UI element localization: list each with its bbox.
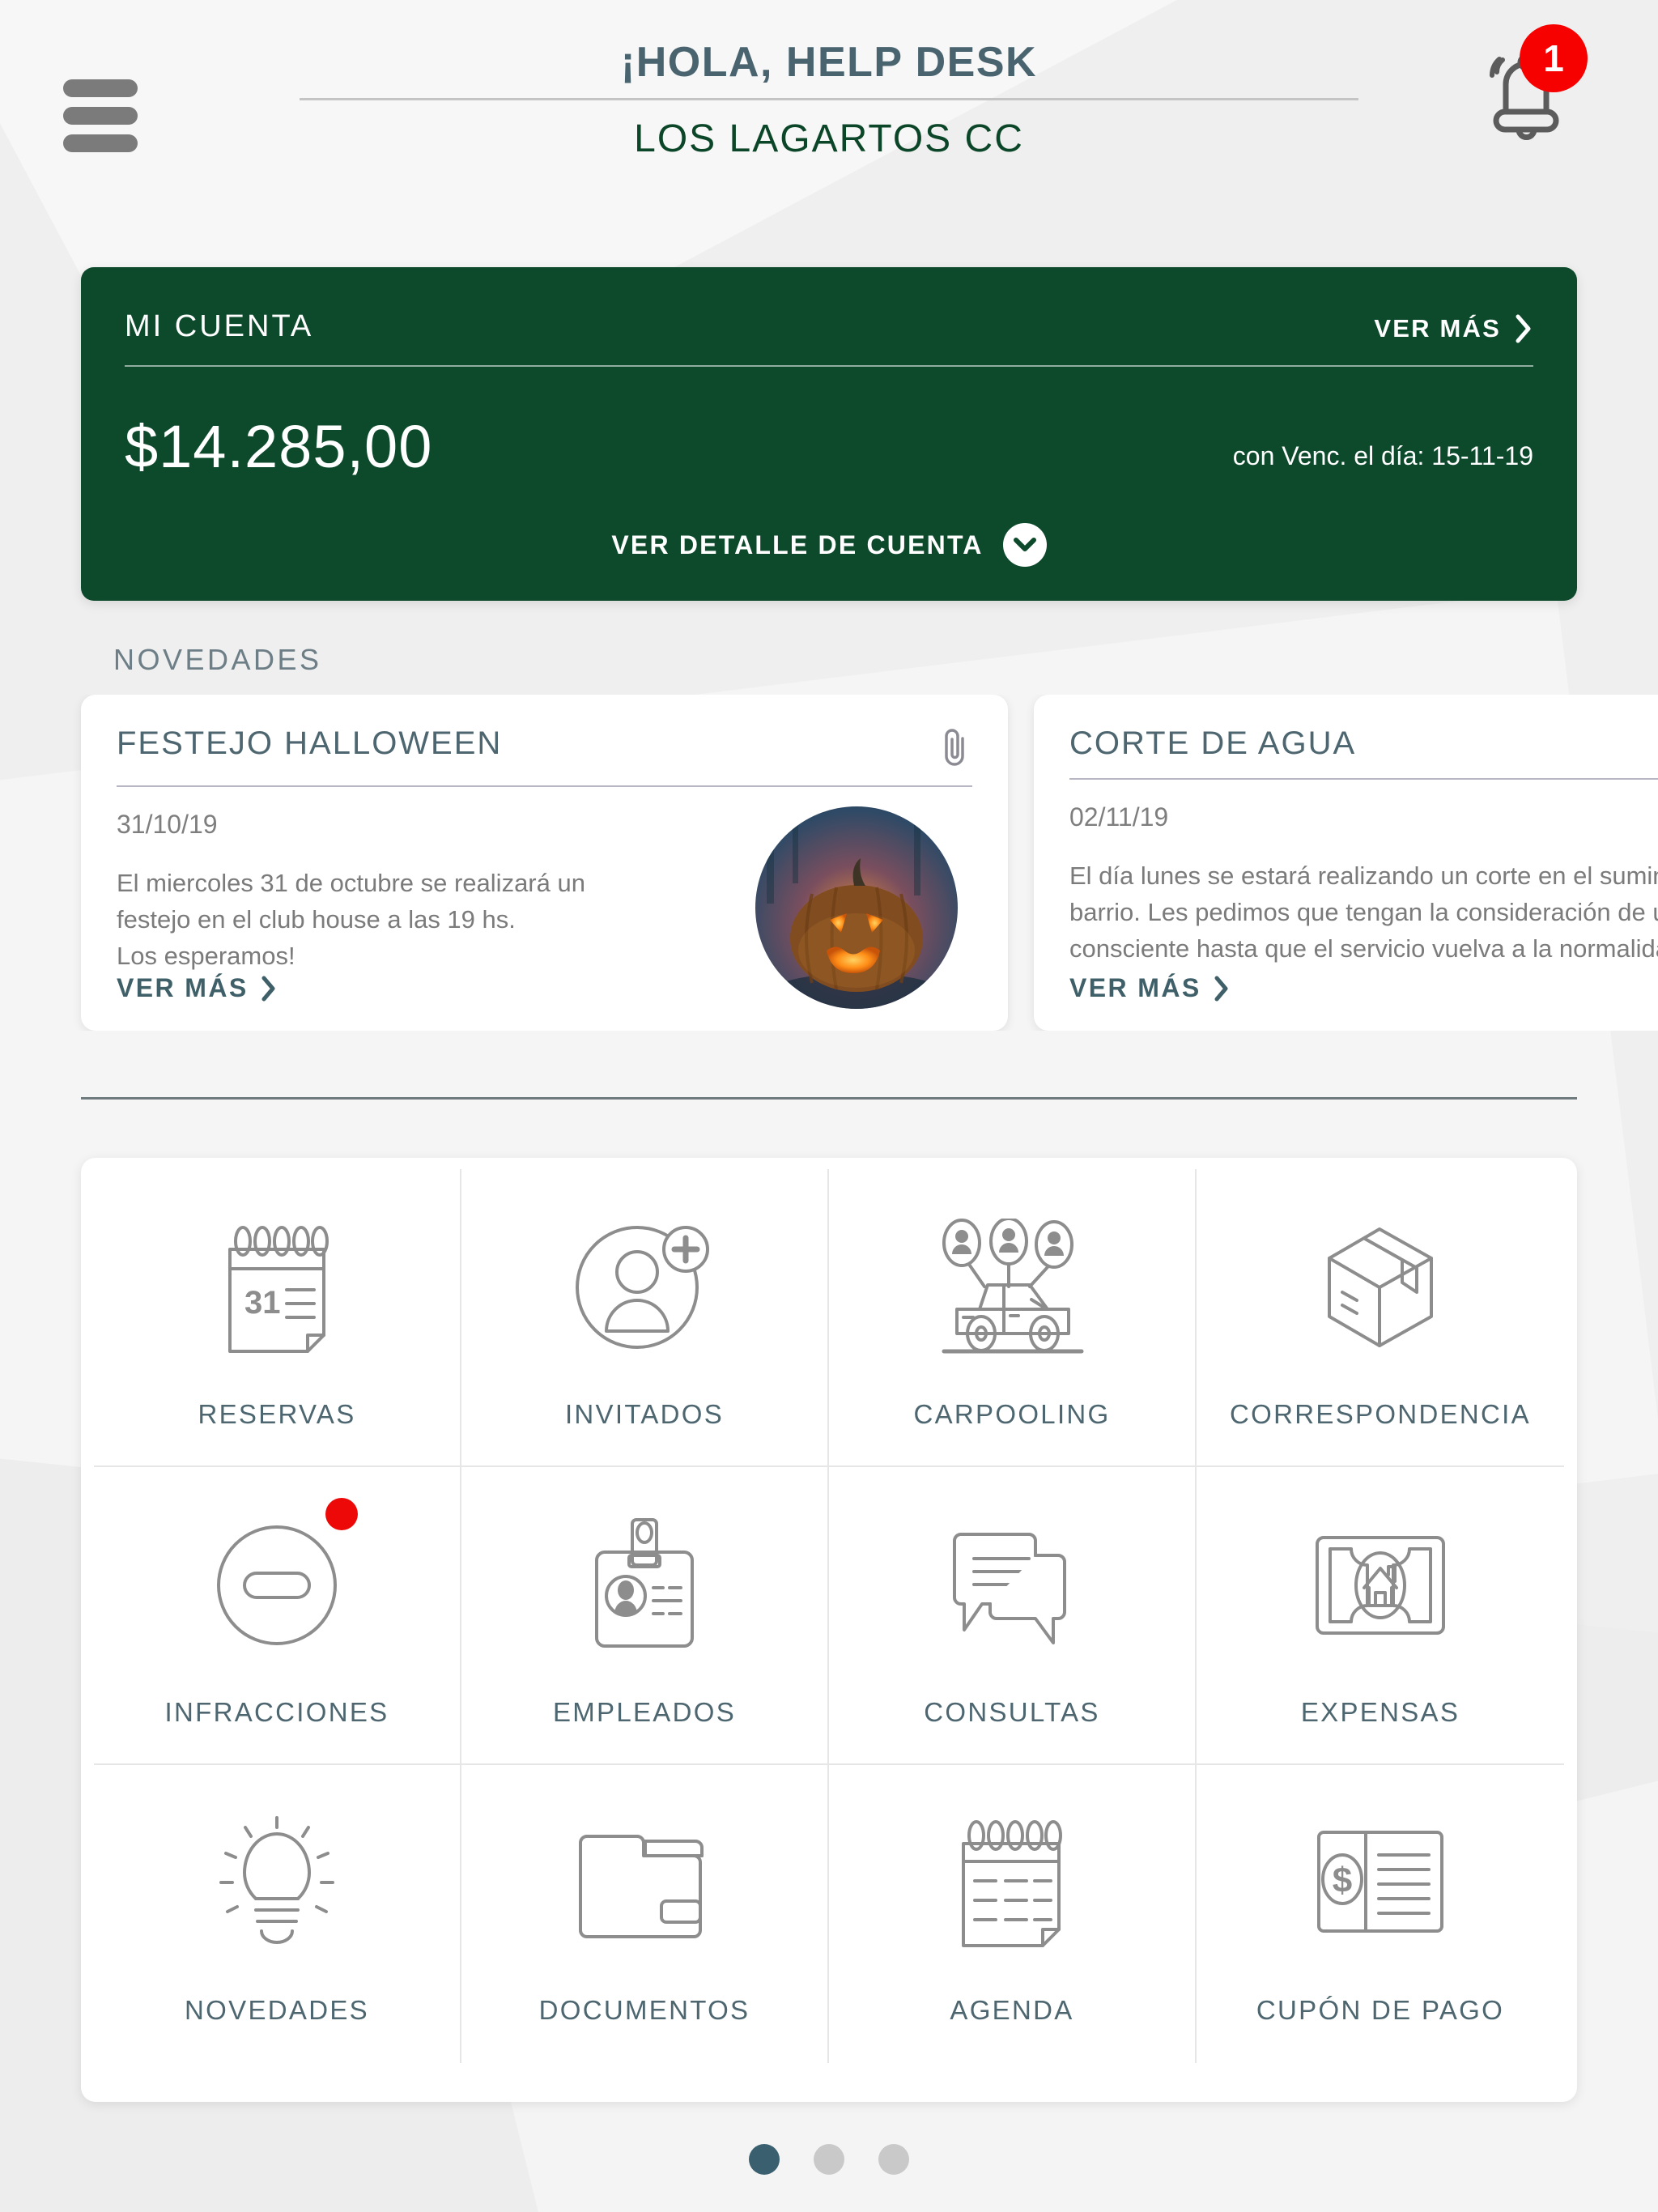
menu-item-infracciones[interactable]: INFRACCIONES: [94, 1467, 461, 1765]
notification-badge: 1: [1520, 24, 1588, 92]
menu-item-carpooling[interactable]: CARPOOLING: [829, 1169, 1197, 1467]
account-see-more-label: VER MÁS: [1374, 314, 1501, 342]
news-see-more-link[interactable]: VER MÁS: [1069, 973, 1231, 1003]
menu-item-label: EXPENSAS: [1300, 1697, 1460, 1727]
user-plus-icon: [576, 1214, 713, 1360]
page-title: ¡HOLA, HELP DESK: [620, 39, 1038, 86]
banknote-house-icon: [1307, 1512, 1453, 1658]
halloween-pumpkin-image: [755, 806, 958, 1009]
svg-text:31: 31: [244, 1285, 281, 1321]
app-screen: ¡HOLA, HELP DESK LOS LAGARTOS CC 1 MI CU…: [0, 0, 1658, 2212]
news-carousel[interactable]: FESTEJO HALLOWEEN 31/10/19 El miercoles …: [0, 695, 1658, 1031]
folder-icon: [574, 1810, 716, 1956]
news-section-heading: NOVEDADES: [113, 643, 322, 676]
menu-item-consultas[interactable]: CONSULTAS: [829, 1467, 1197, 1765]
payment-coupon-icon: $: [1307, 1810, 1453, 1956]
hamburger-menu-icon[interactable]: [63, 79, 138, 152]
menu-item-empleados[interactable]: EMPLEADOS: [461, 1467, 829, 1765]
title-divider: [300, 98, 1358, 101]
news-title: CORTE DE AGUA: [1069, 725, 1357, 761]
menu-item-novedades[interactable]: NOVEDADES: [94, 1765, 461, 2063]
news-body: El día lunes se estará realizando un cor…: [1069, 861, 1658, 963]
menu-item-label: CUPÓN DE PAGO: [1256, 1995, 1505, 2025]
account-detail-label: VER DETALLE DE CUENTA: [611, 530, 984, 559]
account-see-more-link[interactable]: VER MÁS: [1374, 313, 1533, 344]
svg-text:$: $: [1333, 1861, 1352, 1900]
pagination-dot[interactable]: [749, 2144, 780, 2175]
calendar-grid-icon: [946, 1810, 1079, 1956]
menu-item-invitados[interactable]: INVITADOS: [461, 1169, 829, 1467]
lightbulb-icon: [208, 1810, 346, 1956]
menu-item-expensas[interactable]: EXPENSAS: [1197, 1467, 1564, 1765]
menu-item-label: NOVEDADES: [185, 1995, 369, 2025]
package-box-icon: [1312, 1214, 1449, 1360]
pagination-dot[interactable]: [814, 2144, 844, 2175]
news-body: El miercoles 31 de octubre se realizará …: [117, 869, 585, 970]
menu-item-documentos[interactable]: DOCUMENTOS: [461, 1765, 829, 2063]
news-see-more-label: VER MÁS: [117, 973, 249, 1002]
menu-item-reservas[interactable]: 31 RESERVAS: [94, 1169, 461, 1467]
account-card-header: MI CUENTA VER MÁS: [125, 309, 1533, 367]
news-date: 02/11/19: [1069, 802, 1169, 832]
paperclip-icon[interactable]: [940, 725, 972, 769]
chevron-right-icon: [1516, 314, 1531, 343]
news-card[interactable]: CORTE DE AGUA 02/11/19 El día lunes se e…: [1034, 695, 1658, 1031]
news-card-header: CORTE DE AGUA: [1069, 725, 1658, 780]
menu-item-label: DOCUMENTOS: [538, 1995, 750, 2025]
account-balance: $14.285,00: [125, 413, 433, 480]
prohibition-icon: [208, 1512, 346, 1658]
account-due-date: con Venc. el día: 15-11-19: [1232, 441, 1533, 470]
notifications-button[interactable]: 1: [1472, 24, 1588, 143]
menu-item-label: INFRACCIONES: [164, 1697, 389, 1727]
menu-item-label: INVITADOS: [564, 1399, 725, 1429]
section-divider: [81, 1097, 1577, 1100]
news-see-more-label: VER MÁS: [1069, 973, 1201, 1002]
id-badge-icon: [576, 1512, 713, 1658]
carpool-car-icon: [931, 1214, 1093, 1360]
carousel-pagination[interactable]: [0, 2144, 1658, 2175]
news-thumbnail: [755, 806, 958, 1009]
status-badge: [325, 1498, 358, 1530]
app-header: ¡HOLA, HELP DESK LOS LAGARTOS CC 1: [0, 0, 1658, 219]
account-detail-link[interactable]: VER DETALLE DE CUENTA: [125, 523, 1533, 567]
chat-bubbles-icon: [942, 1512, 1083, 1658]
menu-grid: 31 RESERVAS INVITADOS CARPOOLING CORRESP…: [94, 1169, 1564, 2063]
news-card-header: FESTEJO HALLOWEEN: [117, 725, 972, 787]
menu-item-label: CONSULTAS: [924, 1697, 1100, 1727]
menu-grid-card: 31 RESERVAS INVITADOS CARPOOLING CORRESP…: [81, 1158, 1577, 2102]
menu-item-label: EMPLEADOS: [552, 1697, 737, 1727]
news-card[interactable]: FESTEJO HALLOWEEN 31/10/19 El miercoles …: [81, 695, 1008, 1031]
news-title: FESTEJO HALLOWEEN: [117, 725, 503, 761]
news-see-more-link[interactable]: VER MÁS: [117, 973, 278, 1003]
pagination-dot[interactable]: [878, 2144, 909, 2175]
account-label: MI CUENTA: [125, 309, 314, 343]
menu-item-label: CARPOOLING: [913, 1399, 1111, 1429]
menu-item-agenda[interactable]: AGENDA: [829, 1765, 1197, 2063]
calendar-31-icon: 31: [212, 1214, 342, 1360]
account-card-body: $14.285,00 con Venc. el día: 15-11-19: [125, 412, 1533, 481]
menu-item-label: CORRESPONDENCIA: [1230, 1399, 1531, 1429]
menu-item-correspondencia[interactable]: CORRESPONDENCIA: [1197, 1169, 1564, 1467]
chevron-right-icon: [1214, 976, 1228, 1001]
menu-item-label: RESERVAS: [198, 1399, 356, 1429]
chevron-right-icon: [261, 976, 275, 1001]
community-name: LOS LAGARTOS CC: [634, 117, 1024, 161]
chevron-down-icon: [1002, 523, 1047, 567]
account-card[interactable]: MI CUENTA VER MÁS $14.285,00 con Venc. e…: [81, 267, 1577, 601]
header-titles: ¡HOLA, HELP DESK LOS LAGARTOS CC: [300, 37, 1358, 163]
menu-item-cupon-de-pago[interactable]: $ CUPÓN DE PAGO: [1197, 1765, 1564, 2063]
menu-item-label: AGENDA: [950, 1995, 1074, 2025]
